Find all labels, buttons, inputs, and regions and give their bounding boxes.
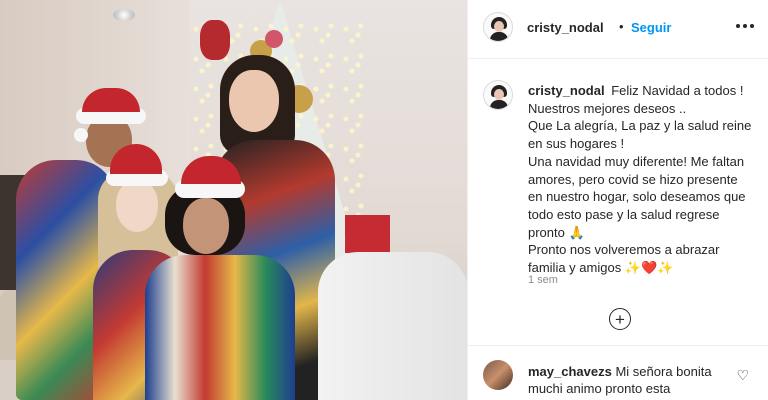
caption-line: cristy_nodal Feliz Navidad a todos ! bbox=[528, 82, 758, 100]
follow-button[interactable]: Seguir bbox=[631, 20, 671, 35]
caption-text: cristy_nodal Feliz Navidad a todos ! Nue… bbox=[528, 82, 758, 277]
caption-username[interactable]: cristy_nodal bbox=[528, 83, 605, 98]
caption-line: todo esto pase y la salud regrese bbox=[528, 206, 720, 222]
post-photo[interactable] bbox=[0, 0, 467, 400]
comment-text: may_chavezs Mi señora bonita muchi animo… bbox=[528, 363, 728, 397]
caption-line: Una navidad muy diferente! Me faltan bbox=[528, 153, 745, 169]
avatar[interactable] bbox=[483, 12, 513, 42]
avatar-face bbox=[494, 21, 504, 32]
commenter-username[interactable]: may_chavezs bbox=[528, 364, 612, 379]
ornament bbox=[200, 20, 230, 60]
dot bbox=[736, 24, 740, 28]
caption-avatar[interactable] bbox=[483, 80, 513, 110]
caption-line-text: Feliz Navidad a todos ! bbox=[611, 83, 744, 98]
post-caption: cristy_nodal Feliz Navidad a todos ! Nue… bbox=[468, 60, 768, 325]
caption-line: pronto 🙏 bbox=[528, 224, 585, 240]
comment-body-line1: Mi señora bonita bbox=[615, 364, 712, 379]
heart-outline-icon[interactable]: ♡ bbox=[736, 367, 749, 384]
gift-box bbox=[345, 215, 390, 253]
post-header: cristy_nodal • Seguir bbox=[468, 0, 768, 59]
patterned-sweater bbox=[145, 255, 295, 400]
post-side-panel: cristy_nodal • Seguir cristy_nodal Feliz… bbox=[467, 0, 768, 400]
dot bbox=[750, 24, 754, 28]
comment-body-line2: muchi animo pronto esta bbox=[528, 381, 671, 396]
face bbox=[116, 180, 158, 232]
plus-circle-icon[interactable]: + bbox=[609, 308, 631, 330]
caption-line: en nuestro hogar, solo deseamos que bbox=[528, 189, 746, 205]
dot bbox=[743, 24, 747, 28]
face bbox=[183, 198, 229, 254]
divider bbox=[468, 345, 768, 346]
avatar-body bbox=[490, 100, 508, 109]
avatar-face bbox=[494, 89, 504, 100]
ornament bbox=[265, 30, 283, 48]
caption-line: Que La alegría, La paz y la salud reine bbox=[528, 118, 752, 134]
face bbox=[229, 70, 279, 132]
caption-line: amores, pero covid se hizo presente bbox=[528, 171, 738, 187]
timestamp[interactable]: 1 sem bbox=[528, 274, 558, 286]
caption-line: Nuestros mejores deseos .. bbox=[528, 100, 687, 116]
caption-line: Pronto nos volveremos a abrazar bbox=[528, 242, 720, 258]
separator-dot: • bbox=[619, 19, 624, 34]
avatar-body bbox=[490, 32, 508, 41]
comment-item: may_chavezs Mi señora bonita muchi animo… bbox=[468, 355, 768, 400]
header-username[interactable]: cristy_nodal bbox=[527, 20, 604, 35]
commenter-avatar[interactable] bbox=[483, 360, 513, 390]
white-armchair bbox=[318, 252, 467, 400]
caption-line: en sus hogares ! bbox=[528, 136, 625, 152]
santa-hat-pom bbox=[74, 128, 88, 142]
more-options-icon[interactable] bbox=[733, 16, 757, 36]
ceiling-light bbox=[113, 9, 135, 21]
caption-line: familia y amigos ✨❤️✨ bbox=[528, 260, 674, 276]
